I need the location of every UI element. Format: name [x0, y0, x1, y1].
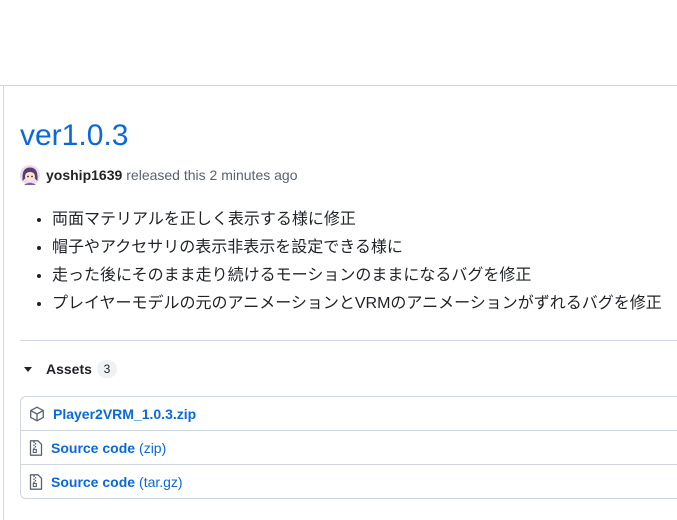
source-code-tar-link[interactable]: Source code (tar.gz) [51, 474, 183, 490]
asset-format: (zip) [139, 439, 167, 456]
user-avatar[interactable] [20, 165, 40, 185]
asset-row: Player2VRM_1.0.3.zip [21, 397, 677, 430]
released-time-text: released this 2 minutes ago [126, 167, 298, 183]
release-title-link[interactable]: ver1.0.3 [20, 116, 128, 156]
release-note-item: 両面マテリアルを正しく表示する様に修正 [52, 206, 662, 234]
asset-row: Source code (zip) [21, 430, 677, 464]
release-note-item: プレイヤーモデルの元のアニメーションとVRMのアニメーションがずれるバグを修正 [52, 290, 662, 318]
assets-list: Player2VRM_1.0.3.zip Source code (zip) So… [20, 396, 677, 499]
release-meta: yoship1639 released this 2 minutes ago [20, 164, 297, 186]
triangle-down-icon [24, 366, 32, 372]
package-icon [30, 406, 44, 421]
file-zip-icon [29, 439, 43, 456]
asset-name: Player2VRM_1.0.3.zip [53, 405, 197, 422]
release-note-item: 帽子やアクセサリの表示非表示を設定できる様に [52, 234, 662, 262]
assets-label: Assets [46, 361, 92, 377]
asset-row: Source code (tar.gz) [21, 464, 677, 498]
asset-download-link[interactable]: Player2VRM_1.0.3.zip [53, 406, 196, 422]
release-notes-list: 両面マテリアルを正しく表示する様に修正 帽子やアクセサリの表示非表示を設定できる… [20, 206, 662, 318]
asset-name: Source code [51, 439, 136, 456]
assets-toggle[interactable]: Assets 3 [20, 358, 117, 380]
release-panel: ver1.0.3 yoship1639 released this 2 minu… [3, 86, 677, 520]
top-header-area [0, 0, 677, 86]
section-divider [20, 340, 677, 341]
author-link[interactable]: yoship1639 [46, 167, 122, 183]
assets-count-badge: 3 [96, 360, 117, 378]
file-zip-icon [29, 473, 43, 490]
asset-format: (tar.gz) [139, 473, 183, 490]
release-note-item: 走った後にそのまま走り続けるモーションのままになるバグを修正 [52, 262, 662, 290]
asset-name: Source code [51, 473, 136, 490]
source-code-zip-link[interactable]: Source code (zip) [51, 440, 166, 456]
